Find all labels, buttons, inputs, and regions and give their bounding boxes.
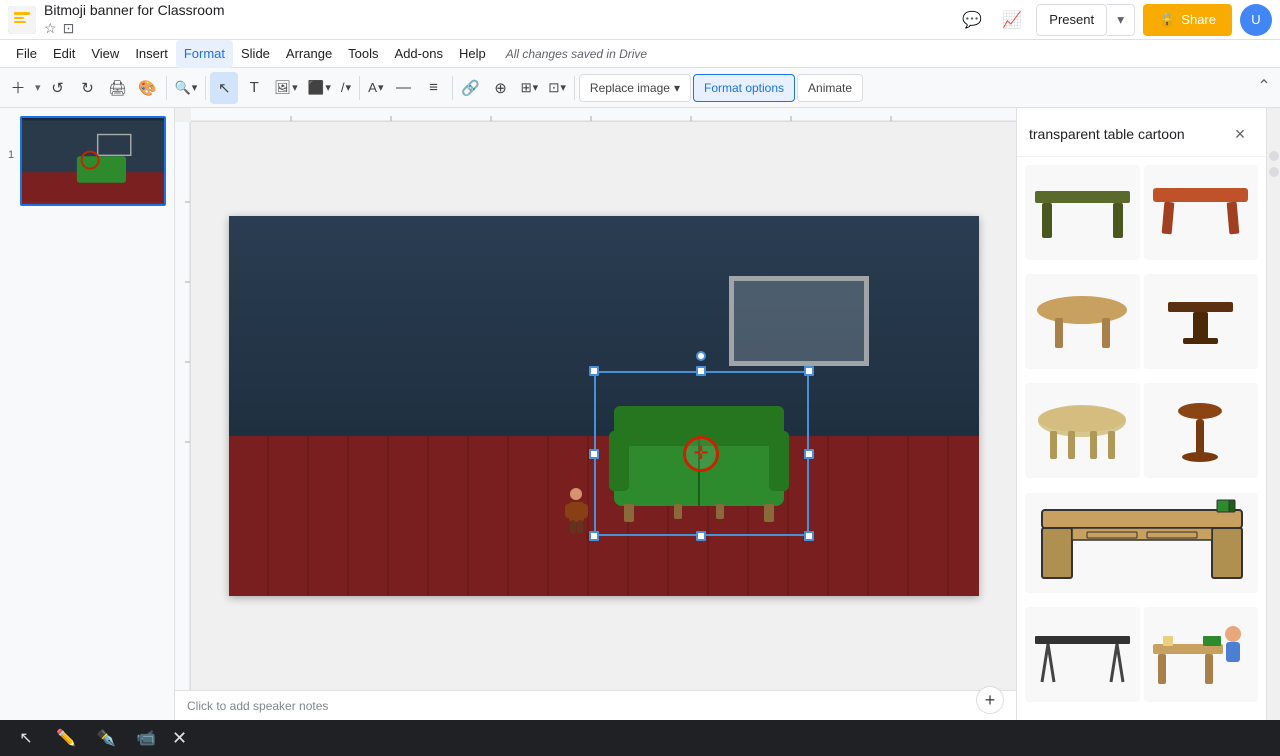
rotate-handle[interactable]: [696, 351, 706, 361]
top-bar: Bitmoji banner for Classroom ☆ ⊡ 💬 📈 Pre…: [0, 0, 1280, 40]
border-weight-tool[interactable]: ≡: [420, 72, 448, 104]
folder-icon[interactable]: ⊡: [63, 20, 75, 37]
menu-file[interactable]: File: [8, 40, 45, 68]
zoom-icon: 🔍: [175, 80, 191, 96]
close-panel-button[interactable]: ×: [1226, 120, 1254, 148]
table-image-7[interactable]: [1025, 493, 1258, 593]
doc-title-area: Bitmoji banner for Classroom ☆ ⊡: [44, 2, 225, 37]
handle-top-right[interactable]: [804, 366, 814, 376]
handle-bottom-middle[interactable]: [696, 531, 706, 541]
doc-title[interactable]: Bitmoji banner for Classroom: [44, 2, 225, 19]
ruler-horizontal: [191, 108, 1016, 122]
menu-help[interactable]: Help: [451, 40, 494, 68]
table-image-8[interactable]: [1025, 607, 1140, 702]
insert-tool[interactable]: ⊕: [487, 72, 515, 104]
menu-edit[interactable]: Edit: [45, 40, 83, 68]
slide[interactable]: ✛: [229, 216, 979, 596]
star-icon[interactable]: ☆: [44, 20, 57, 37]
ruler-vertical: [175, 122, 191, 690]
edge-icon-2[interactable]: [1269, 167, 1279, 177]
bottom-toolbar: ↖ ✏️ ✒️ 📹 ✕: [0, 720, 1280, 756]
share-button[interactable]: 🔒 Share: [1143, 4, 1232, 36]
video-tool-bottom[interactable]: 📹: [132, 724, 160, 752]
present-dropdown[interactable]: ▾: [1107, 4, 1135, 36]
add-button[interactable]: ＋: [4, 72, 32, 104]
paint-format-button[interactable]: 🎨: [134, 72, 162, 104]
close-tool-bottom[interactable]: ✕: [172, 728, 187, 749]
share-lock-icon: 🔒: [1159, 12, 1175, 28]
right-panel-edge: [1266, 108, 1280, 720]
table-image-5[interactable]: [1025, 383, 1140, 478]
menu-bar: File Edit View Insert Format Slide Arran…: [0, 40, 1280, 68]
select-tool[interactable]: ↖: [210, 72, 238, 104]
search-header: transparent table cartoon ×: [1017, 108, 1266, 157]
image-tool[interactable]: 🖼 ▾: [270, 72, 301, 104]
slide-thumbnail[interactable]: [20, 116, 166, 206]
app-logo: [8, 6, 36, 34]
menu-format[interactable]: Format: [176, 40, 233, 68]
table-image-9[interactable]: [1144, 607, 1259, 702]
table-image-4[interactable]: [1144, 274, 1259, 369]
handle-middle-right[interactable]: [804, 449, 814, 459]
menu-insert[interactable]: Insert: [127, 40, 176, 68]
pen-tool-bottom[interactable]: ✒️: [92, 724, 120, 752]
trending-icon[interactable]: 📈: [996, 4, 1028, 36]
menu-tools[interactable]: Tools: [340, 40, 386, 68]
search-title: transparent table cartoon: [1029, 126, 1226, 142]
person-figure: [559, 486, 594, 536]
header-actions: 💬 📈 Present ▾ 🔒 Share U: [956, 4, 1272, 36]
sofa-selection-group[interactable]: ✛: [594, 371, 809, 536]
zoom-control[interactable]: 🔍 ▾: [171, 72, 202, 104]
handle-middle-left[interactable]: [589, 449, 599, 459]
move-cursor: ✛: [683, 436, 719, 472]
table-image-2[interactable]: [1144, 165, 1259, 260]
handle-bottom-right[interactable]: [804, 531, 814, 541]
menu-addons[interactable]: Add-ons: [387, 40, 451, 68]
cursor-tool-bottom[interactable]: ↖: [12, 724, 40, 752]
dropdown-arrow: ▾: [674, 81, 680, 95]
toolbar: ＋ ▾ ↺ ↻ 🖨 🎨 🔍 ▾ ↖ T 🖼 ▾ ⬛ ▾ / ▾ A ▾ — ≡ …: [0, 68, 1280, 108]
canvas-area: ✛: [175, 108, 1016, 720]
line-tool[interactable]: / ▾: [337, 72, 355, 104]
crop-tool[interactable]: ⊞ ▾: [517, 72, 543, 104]
menu-slide[interactable]: Slide: [233, 40, 278, 68]
textbox-tool[interactable]: T: [240, 72, 268, 104]
format-options-button[interactable]: Format options: [693, 74, 795, 102]
border-color-tool[interactable]: —: [390, 72, 418, 104]
redo-button[interactable]: ↻: [74, 72, 102, 104]
main-layout: 1: [0, 108, 1280, 720]
pencil-tool-bottom[interactable]: ✏️: [52, 724, 80, 752]
picture-frame: [729, 276, 869, 366]
slide-number: 1: [8, 149, 14, 161]
slide-container: ✛: [191, 122, 1016, 690]
print-button[interactable]: 🖨: [104, 72, 132, 104]
link-tool[interactable]: 🔗: [457, 72, 485, 104]
speaker-notes[interactable]: Click to add speaker notes: [175, 690, 1016, 720]
add-slide-button[interactable]: +: [976, 686, 1004, 714]
search-panel: transparent table cartoon ×: [1016, 108, 1266, 720]
undo-button[interactable]: ↺: [44, 72, 72, 104]
replace-image-button[interactable]: Replace image ▾: [579, 74, 691, 102]
slide-panel: 1: [0, 108, 175, 720]
animate-button[interactable]: Animate: [797, 74, 863, 102]
menu-view[interactable]: View: [83, 40, 127, 68]
background-color-tool[interactable]: A ▾: [364, 72, 387, 104]
image-grid: [1017, 157, 1266, 720]
present-button[interactable]: Present: [1036, 4, 1107, 36]
handle-top-left[interactable]: [589, 366, 599, 376]
mask-tool[interactable]: ⊡ ▾: [544, 72, 570, 104]
avatar[interactable]: U: [1240, 4, 1272, 36]
handle-top-middle[interactable]: [696, 366, 706, 376]
table-image-3[interactable]: [1025, 274, 1140, 369]
toolbar-collapse-button[interactable]: ⌃: [1250, 72, 1278, 100]
menu-arrange[interactable]: Arrange: [278, 40, 340, 68]
comments-icon[interactable]: 💬: [956, 4, 988, 36]
table-image-6[interactable]: [1144, 383, 1259, 478]
edge-icon-1[interactable]: [1269, 151, 1279, 161]
shapes-tool[interactable]: ⬛ ▾: [304, 72, 335, 104]
table-image-1[interactable]: [1025, 165, 1140, 260]
autosave-notice: All changes saved in Drive: [506, 47, 647, 61]
